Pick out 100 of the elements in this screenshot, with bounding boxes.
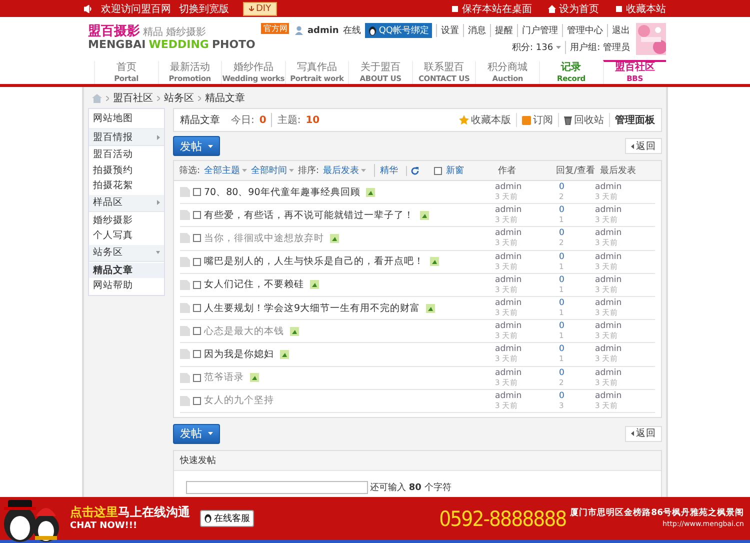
filter-dropdown[interactable]: 全部主题 xyxy=(204,164,248,177)
select-checkbox[interactable] xyxy=(193,350,201,358)
forum-action[interactable]: 订阅 xyxy=(522,113,559,127)
username[interactable]: admin xyxy=(307,26,339,36)
reply-count: 0 xyxy=(559,183,566,192)
top-link[interactable]: 设为首页 xyxy=(548,2,599,16)
forum-action[interactable]: 回收站 xyxy=(564,113,610,127)
chat-invite-text[interactable]: 点击这里马上在线沟通 CHAT NOW!!! xyxy=(70,506,190,532)
sidebar-item[interactable]: 网站帮助 xyxy=(89,278,164,294)
speaker-icon xyxy=(84,4,93,12)
thread-title[interactable]: 范爷语录 xyxy=(204,371,244,384)
top-link[interactable]: 收藏本站 xyxy=(615,2,666,16)
select-checkbox[interactable] xyxy=(193,280,201,289)
select-checkbox[interactable] xyxy=(193,396,201,405)
sidebar-item[interactable]: 精品文章 xyxy=(89,262,164,278)
author-name[interactable]: admin xyxy=(495,392,559,401)
last-poster[interactable]: admin xyxy=(595,206,655,216)
select-checkbox[interactable] xyxy=(193,211,201,220)
last-poster[interactable]: admin xyxy=(595,276,655,285)
select-checkbox[interactable] xyxy=(193,258,201,266)
author-name[interactable]: admin xyxy=(495,299,559,308)
select-checkbox[interactable] xyxy=(193,374,201,382)
last-poster[interactable]: admin xyxy=(595,322,655,332)
back-button[interactable]: 返回 xyxy=(625,426,662,442)
select-checkbox[interactable] xyxy=(193,304,201,312)
user-link[interactable]: 退出 xyxy=(607,24,630,37)
user-link[interactable]: 门户管理 xyxy=(517,24,558,37)
image-icon xyxy=(426,304,436,313)
breadcrumb-link[interactable]: 盟百社区 xyxy=(113,91,153,105)
last-poster[interactable]: admin xyxy=(595,252,655,262)
back-button[interactable]: 返回 xyxy=(625,138,662,154)
select-checkbox[interactable] xyxy=(193,234,201,242)
thread-title[interactable]: 女人们记住，不要赖硅 xyxy=(204,278,304,292)
last-poster[interactable]: admin xyxy=(595,345,655,354)
filter-dropdown[interactable]: 全部时间 xyxy=(251,164,294,177)
new-window-label[interactable]: 新窗 xyxy=(446,164,494,177)
filter-label: 筛选: xyxy=(179,164,200,177)
digest-link[interactable]: 精华 xyxy=(374,164,398,177)
sidebar-item[interactable]: 婚纱摄影 xyxy=(89,212,164,228)
thread-title[interactable]: 因为我是你媳妇 xyxy=(204,348,274,361)
select-checkbox[interactable] xyxy=(193,327,201,336)
sidebar-item[interactable]: 盟百活动 xyxy=(89,147,164,162)
thread-title[interactable]: 有些爱，有些话，再不说可能就错过一辈子了！ xyxy=(204,208,414,222)
subject-field[interactable] xyxy=(186,480,368,494)
diy-button[interactable]: DIY xyxy=(243,2,278,16)
online-service-button[interactable]: 在线客服 xyxy=(200,510,254,527)
sort-dropdown[interactable]: 最后发表 xyxy=(323,164,366,177)
last-poster[interactable]: admin xyxy=(595,392,655,401)
author-name[interactable]: admin xyxy=(495,368,559,378)
post-button[interactable]: 发帖 xyxy=(173,136,220,156)
char-limit-text: 还可输入 80 个字符 xyxy=(370,482,452,494)
sidebar-item[interactable]: 拍摄预约 xyxy=(89,162,164,178)
author-name[interactable]: admin xyxy=(495,345,559,354)
topics-label: 主题: xyxy=(271,113,301,127)
author-name[interactable]: admin xyxy=(495,252,559,262)
breadcrumb-link[interactable]: 精品文章 xyxy=(205,91,245,105)
user-link[interactable]: 消息 xyxy=(463,24,486,37)
user-link[interactable]: 提醒 xyxy=(490,24,513,37)
new-window-checkbox[interactable] xyxy=(434,166,442,174)
sidebar-group[interactable]: 站务区 xyxy=(89,244,164,262)
sidebar-group[interactable]: 盟百情报 xyxy=(89,129,164,146)
author-name[interactable]: admin xyxy=(495,183,559,192)
sidebar-group[interactable]: 样品区 xyxy=(89,194,164,212)
points-menu[interactable]: 积分: 136 xyxy=(512,41,562,54)
reply-count: 0 xyxy=(559,252,566,262)
user-link[interactable]: 管理中心 xyxy=(562,24,603,37)
last-poster[interactable]: admin xyxy=(595,183,655,192)
last-poster[interactable]: admin xyxy=(595,229,655,238)
column-header: 最后发表 xyxy=(600,164,637,177)
refresh-icon[interactable] xyxy=(411,166,420,174)
last-poster[interactable]: admin xyxy=(595,368,655,378)
thread-title[interactable]: 人生要规划！学会这9大细节一生有用不完的财富 xyxy=(204,302,420,315)
reply-count: 0 xyxy=(559,299,566,308)
thread-title[interactable]: 嘴巴是别人的，人生与快乐是自己的，看开点吧！ xyxy=(204,255,424,268)
post-button[interactable]: 发帖 xyxy=(173,424,220,444)
user-icon xyxy=(295,26,304,35)
last-poster[interactable]: admin xyxy=(595,299,655,308)
author-name[interactable]: admin xyxy=(495,276,559,285)
select-checkbox[interactable] xyxy=(193,188,201,196)
user-group-link[interactable]: 用户组: 管理员 xyxy=(565,41,630,54)
author-name[interactable]: admin xyxy=(495,322,559,332)
qq-bind-button[interactable]: QQ帐号绑定 xyxy=(364,23,432,38)
admin-panel-link[interactable]: 管理面板 xyxy=(615,113,655,127)
top-link[interactable]: 保存本站在桌面 xyxy=(451,2,532,16)
breadcrumb-link[interactable]: 站务区 xyxy=(164,91,194,105)
reply-count: 0 xyxy=(559,229,566,238)
sidebar-item[interactable]: 个人写真 xyxy=(89,228,164,244)
thread-title[interactable]: 女人的九个坚持 xyxy=(204,394,274,408)
author-name[interactable]: admin xyxy=(495,206,559,216)
switch-link[interactable]: 切换到宽版 xyxy=(179,2,229,16)
user-link[interactable]: 设置 xyxy=(436,24,459,37)
sidebar-item[interactable]: 拍摄花絮 xyxy=(89,178,164,194)
author-name[interactable]: admin xyxy=(495,229,559,238)
image-icon xyxy=(310,280,319,290)
rss-icon xyxy=(522,116,531,124)
image-icon xyxy=(330,234,339,243)
forum-action[interactable]: 收藏本版 xyxy=(459,113,517,127)
thread-title[interactable]: 当你，徘徊或中途想放弃时 xyxy=(204,232,324,245)
thread-title[interactable]: 心态是最大的本钱 xyxy=(204,324,284,338)
thread-title[interactable]: 70、80、90年代童年趣事经典回顾 xyxy=(204,186,360,199)
